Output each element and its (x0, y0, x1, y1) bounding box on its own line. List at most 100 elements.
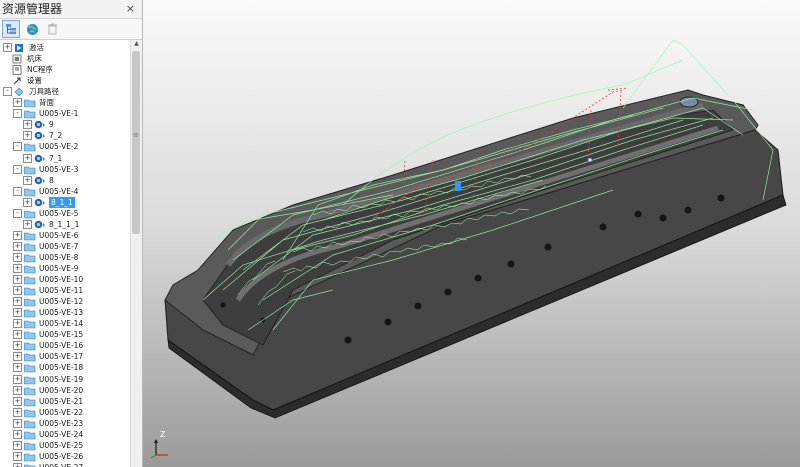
expand-icon[interactable]: + (13, 241, 22, 251)
tree-scrollbar[interactable]: ▲ ≡ (130, 40, 142, 467)
collapse-icon[interactable]: - (3, 87, 12, 97)
collapse-icon[interactable]: - (13, 142, 22, 152)
tree-item[interactable]: + U005-VE-27 (13, 462, 83, 467)
tree-item[interactable]: + U005-VE-17 (13, 351, 83, 362)
tree-item[interactable]: 机床 (3, 53, 42, 64)
expand-icon[interactable]: + (23, 175, 32, 185)
expand-icon[interactable]: + (13, 252, 22, 262)
scroll-up-arrow-icon[interactable]: ▲ (131, 40, 142, 51)
tree-item[interactable]: - U005-VE-1 (13, 108, 78, 119)
tree-item[interactable]: + U005-VE-20 (13, 385, 83, 396)
expand-icon[interactable]: + (23, 120, 32, 130)
tree-item[interactable]: +8_1_1_1 (23, 219, 79, 230)
tree-item-label: U005-VE-14 (39, 319, 84, 329)
expand-icon[interactable]: + (3, 43, 12, 52)
expand-icon[interactable]: + (13, 319, 22, 329)
explorer-tree: + 激活 机床 NC程序 设置 - 刀具路径 + 背面 - U005-VE-1 +9 +7_2- U005… (0, 40, 130, 467)
collapse-icon[interactable]: - (13, 208, 22, 218)
tree-item[interactable]: 设置 (3, 75, 42, 86)
expand-icon[interactable]: + (23, 153, 32, 163)
delete-icon[interactable] (44, 21, 60, 37)
expand-icon[interactable]: + (23, 219, 32, 229)
tree-item-label: U005-VE-20 (39, 385, 84, 395)
expand-icon[interactable]: + (13, 341, 22, 351)
tree-item-label: 激活 (29, 43, 44, 52)
expand-icon[interactable]: + (13, 396, 22, 406)
collapse-icon[interactable]: - (13, 164, 22, 174)
tree-item[interactable]: + 背面 (13, 97, 54, 108)
tree-item[interactable]: - U005-VE-3 (13, 164, 78, 175)
expand-icon[interactable]: + (13, 440, 22, 450)
folder-icon (24, 352, 36, 362)
axis-z-label: Z (160, 430, 166, 439)
expand-icon[interactable]: + (13, 407, 22, 417)
tree-item[interactable]: +7_1 (23, 153, 62, 164)
expand-icon[interactable]: + (13, 451, 22, 461)
tree-item-label: U005-VE-26 (39, 451, 84, 461)
tree-item[interactable]: + U005-VE-22 (13, 407, 83, 418)
tree-item-label: 机床 (27, 54, 42, 64)
expand-icon[interactable]: + (13, 429, 22, 439)
tree-item[interactable]: + U005-VE-26 (13, 451, 83, 462)
collapse-icon[interactable]: - (13, 109, 22, 119)
tree-item[interactable]: + U005-VE-19 (13, 374, 83, 385)
tree-item[interactable]: + U005-VE-6 (13, 230, 78, 241)
tree-item[interactable]: +9 (23, 119, 54, 130)
cad-model-view (164, 39, 787, 419)
tree-item[interactable]: NC程序 (3, 64, 53, 75)
close-icon[interactable]: × (126, 0, 135, 18)
tree-item[interactable]: + U005-VE-11 (13, 285, 83, 296)
tree-item[interactable]: + U005-VE-8 (13, 252, 78, 263)
expand-icon[interactable]: + (13, 374, 22, 384)
tree-item[interactable]: - U005-VE-2 (13, 141, 78, 152)
tree-item[interactable]: + U005-VE-12 (13, 296, 83, 307)
machine-icon (12, 54, 24, 64)
expand-icon[interactable]: + (23, 197, 32, 207)
3d-viewport[interactable]: Z (143, 0, 800, 467)
collapse-icon[interactable]: - (13, 186, 22, 196)
tree-item[interactable]: + U005-VE-15 (13, 329, 83, 340)
expand-icon[interactable]: + (13, 330, 22, 340)
expand-icon[interactable]: + (13, 385, 22, 395)
tree-item[interactable]: + U005-VE-23 (13, 418, 83, 429)
expand-icon[interactable]: + (13, 264, 22, 273)
expand-icon[interactable]: + (23, 131, 32, 141)
folder-icon (24, 297, 36, 307)
tree-item-label: U005-VE-22 (39, 407, 84, 417)
tree-item[interactable]: +8 (23, 175, 54, 186)
tree-item[interactable]: + 激活 (3, 42, 44, 53)
tree-item[interactable]: + U005-VE-25 (13, 440, 83, 451)
globe-icon[interactable] (24, 21, 40, 37)
tree-view-icon[interactable] (2, 20, 20, 38)
tree-item[interactable]: + U005-VE-18 (13, 362, 83, 373)
tree-item[interactable]: - U005-VE-4 (13, 186, 78, 197)
tree-item[interactable]: + U005-VE-24 (13, 429, 83, 440)
folder-icon (24, 242, 36, 252)
tree-item[interactable]: + U005-VE-7 (13, 241, 78, 252)
expand-icon[interactable]: + (13, 286, 22, 296)
tree-item[interactable]: +8_1_1 (23, 196, 75, 208)
expand-icon[interactable]: + (13, 462, 22, 467)
scroll-thumb[interactable]: ≡ (132, 51, 140, 234)
expand-icon[interactable]: + (13, 297, 22, 307)
expand-icon[interactable]: + (13, 98, 22, 108)
tree-item[interactable]: + U005-VE-21 (13, 396, 83, 407)
tree-item[interactable]: + U005-VE-13 (13, 307, 83, 318)
tree-item[interactable]: - 刀具路径 (3, 86, 59, 97)
activate-icon (14, 43, 26, 52)
expand-icon[interactable]: + (13, 363, 22, 373)
tree-item[interactable]: - U005-VE-5 (13, 208, 78, 219)
folder-icon (24, 209, 36, 219)
expand-icon[interactable]: + (13, 418, 22, 428)
tree-item[interactable]: + U005-VE-14 (13, 318, 83, 329)
expand-icon[interactable]: + (13, 308, 22, 318)
tree-item[interactable]: +7_2 (23, 130, 62, 141)
tree-item[interactable]: + U005-VE-10 (13, 274, 83, 285)
tree-item[interactable]: + U005-VE-9 (13, 263, 78, 274)
tree-item-label: U005-VE-5 (39, 208, 79, 218)
expand-icon[interactable]: + (13, 275, 22, 285)
expand-icon[interactable]: + (13, 230, 22, 240)
expand-icon[interactable]: + (13, 352, 22, 362)
tree-item-label: 8_1_1_1 (49, 219, 80, 229)
tree-item[interactable]: + U005-VE-16 (13, 340, 83, 351)
